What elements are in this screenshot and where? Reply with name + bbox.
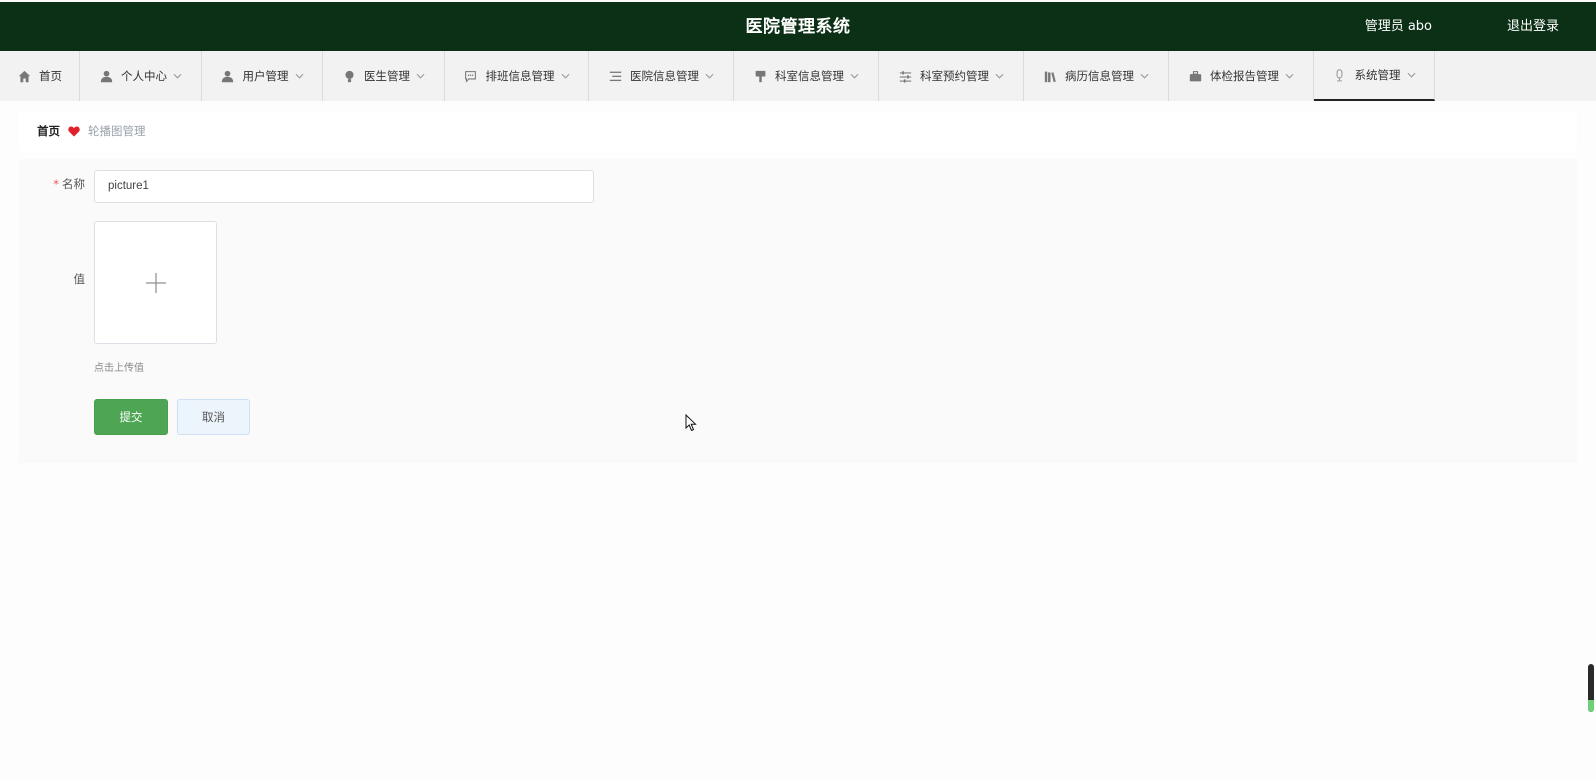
- nav-item-label: 科室信息管理: [775, 69, 844, 83]
- chevron-down-icon: [416, 72, 425, 81]
- chevron-down-icon: [1140, 72, 1149, 81]
- chevron-down-icon: [705, 72, 714, 81]
- brush-icon: [753, 69, 767, 83]
- image-upload-box[interactable]: [94, 221, 217, 344]
- main-nav: 首页 个人中心 用户管理 医生管理 排班信息管理 医院信息管理 科室信息管理 科…: [0, 51, 1596, 101]
- nav-item-department-info-management[interactable]: 科室信息管理: [734, 51, 879, 101]
- required-mark: *: [53, 177, 59, 191]
- submit-button[interactable]: 提交: [94, 399, 168, 435]
- nav-item-hospital-info-management[interactable]: 医院信息管理: [589, 51, 734, 101]
- chevron-down-icon: [295, 72, 304, 81]
- bulb-icon: [342, 69, 356, 83]
- chevron-down-icon: [1407, 71, 1416, 80]
- chevron-down-icon: [561, 72, 570, 81]
- nav-item-schedule-management[interactable]: 排班信息管理: [445, 51, 589, 101]
- user-icon: [99, 69, 113, 83]
- scrollbar-indicator: [1588, 700, 1594, 712]
- nav-item-label: 医院信息管理: [630, 69, 699, 83]
- name-label-text: 名称: [62, 177, 85, 191]
- nav-item-label: 科室预约管理: [920, 69, 989, 83]
- page-scrollbar[interactable]: [1588, 664, 1594, 712]
- user-icon: [221, 69, 235, 83]
- chevron-down-icon: [850, 72, 859, 81]
- nav-item-user-management[interactable]: 用户管理: [202, 51, 323, 101]
- nav-item-label: 首页: [39, 69, 62, 83]
- current-user: 管理员 abo: [1364, 19, 1432, 34]
- nav-item-label: 系统管理: [1354, 68, 1401, 82]
- nav-item-checkup-report-management[interactable]: 体检报告管理: [1169, 51, 1314, 101]
- logout-button[interactable]: 退出登录: [1507, 2, 1559, 52]
- sliders-icon: [898, 69, 912, 83]
- app-title: 医院管理系统: [745, 17, 851, 37]
- cancel-button[interactable]: 取消: [177, 399, 250, 435]
- nav-item-label: 体检报告管理: [1210, 69, 1279, 83]
- nav-item-label: 医生管理: [364, 69, 410, 83]
- nav-item-label: 排班信息管理: [485, 69, 555, 83]
- list-icon: [608, 69, 622, 83]
- books-icon: [1043, 69, 1057, 83]
- chevron-down-icon: [1285, 72, 1294, 81]
- nav-item-doctor-management[interactable]: 医生管理: [323, 51, 445, 101]
- name-input[interactable]: picture1: [94, 170, 594, 203]
- nav-item-label: 用户管理: [242, 69, 289, 83]
- form-panel: * 名称 picture1 值 点击上传值 提交 取消: [19, 159, 1577, 463]
- breadcrumb-current: 轮播图管理: [88, 124, 146, 138]
- nav-item-department-booking-management[interactable]: 科室预约管理: [879, 51, 1024, 101]
- nav-item-personal-center[interactable]: 个人中心: [80, 51, 202, 101]
- mic-icon: [1333, 68, 1347, 82]
- top-header: 医院管理系统 管理员 abo 退出登录: [0, 2, 1596, 51]
- breadcrumb: 首页 轮播图管理: [19, 111, 1577, 151]
- plus-icon: [145, 272, 166, 293]
- chevron-down-icon: [995, 72, 1004, 81]
- upload-hint: 点击上传值: [94, 363, 144, 374]
- chat-icon: [464, 69, 478, 83]
- chevron-down-icon: [173, 72, 182, 81]
- nav-item-label: 个人中心: [121, 69, 167, 83]
- heart-icon: [68, 126, 80, 137]
- value-label: 值: [73, 272, 86, 286]
- nav-item-home[interactable]: 首页: [0, 51, 80, 101]
- nav-item-medical-record-management[interactable]: 病历信息管理: [1024, 51, 1169, 101]
- breadcrumb-home[interactable]: 首页: [37, 123, 60, 139]
- briefcase-icon: [1188, 69, 1202, 83]
- mouse-cursor-icon: [685, 413, 697, 432]
- nav-item-system-management[interactable]: 系统管理: [1314, 51, 1435, 101]
- name-label: * 名称: [39, 176, 85, 192]
- nav-item-label: 病历信息管理: [1065, 69, 1134, 83]
- home-icon: [17, 69, 31, 83]
